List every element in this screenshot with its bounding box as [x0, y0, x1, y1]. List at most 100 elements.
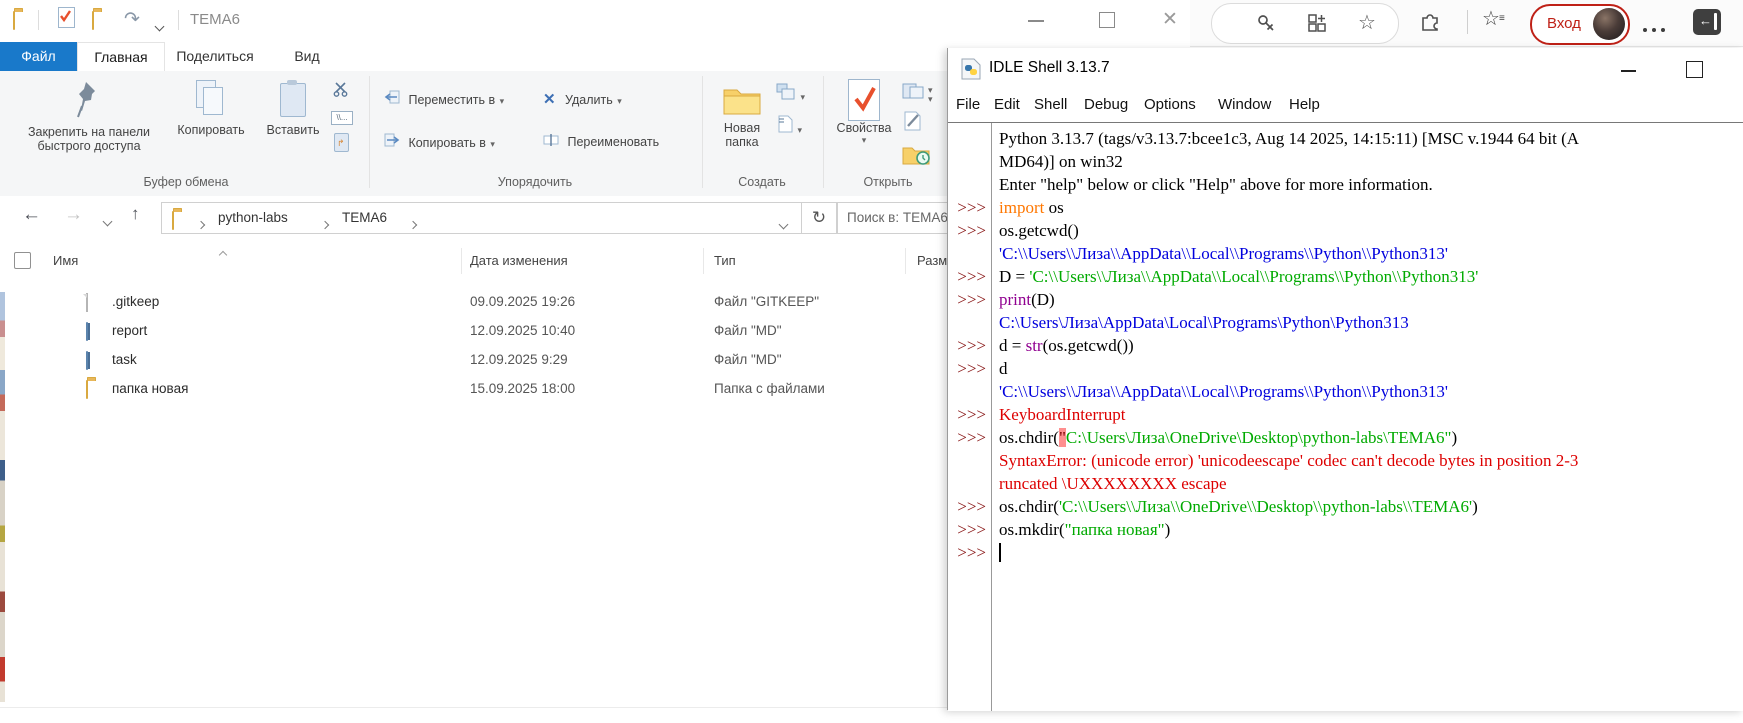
file-date: 15.09.2025 18:00: [470, 381, 575, 396]
file-row[interactable]: task12.09.2025 9:29Файл "MD": [0, 346, 947, 375]
copy-button[interactable]: Копировать: [170, 76, 252, 188]
file-name: папка новая: [112, 381, 188, 396]
new-item-icon: [778, 120, 793, 137]
tab-share[interactable]: Поделиться: [173, 42, 257, 71]
tab-file[interactable]: Файл: [0, 42, 77, 71]
maximize-button[interactable]: [1099, 12, 1115, 28]
new-folder-button[interactable]: Новая папка: [710, 76, 774, 188]
pin-quick-access-button[interactable]: Закрепить на панели быстрого доступа: [14, 76, 164, 188]
select-all-checkbox[interactable]: [14, 252, 31, 269]
breadcrumb-chevron-icon[interactable]: [198, 215, 204, 233]
divider: [178, 10, 179, 30]
idle-minimize-button[interactable]: [1621, 70, 1636, 72]
refresh-button[interactable]: ↻: [801, 202, 837, 234]
toolbar-divider: [1467, 10, 1468, 34]
file-row[interactable]: .gitkeep09.09.2025 19:26Файл "GITKEEP": [0, 288, 947, 317]
address-dropdown-chevron-icon[interactable]: [780, 215, 787, 233]
breadcrumb-chevron-icon[interactable]: [322, 215, 328, 233]
tab-view[interactable]: Вид: [279, 42, 335, 71]
menu-debug[interactable]: Debug: [1084, 96, 1128, 113]
ribbon-tabs: Файл Главная Поделиться Вид: [0, 42, 947, 71]
back-button[interactable]: ←: [22, 204, 41, 226]
paste-button[interactable]: Вставить: [258, 76, 328, 188]
file-name: report: [112, 323, 147, 338]
ribbon-divider: [369, 76, 370, 188]
breadcrumb-tema6[interactable]: TEMA6: [342, 210, 387, 225]
file-type: Папка с файлами: [714, 381, 825, 396]
folder-icon: [86, 380, 88, 399]
signin-button[interactable]: Вход: [1530, 4, 1630, 45]
file-icon: [86, 293, 88, 312]
shell-text-area[interactable]: >>>>>>>>>>>>>>>>>>>>>>>>>>>>>>>>> Python…: [948, 122, 1743, 711]
more-dots-icon[interactable]: [1640, 19, 1667, 37]
properties-button[interactable]: Свойства ▾: [834, 76, 894, 188]
easy-access-icon: [776, 87, 796, 104]
edit-button[interactable]: [904, 111, 922, 136]
folder-history-icon[interactable]: [902, 143, 930, 170]
ribbon: Закрепить на панели быстрого доступа Коп…: [0, 71, 947, 197]
column-header-name[interactable]: Имя: [53, 253, 78, 268]
shell-prompt: >>>: [948, 334, 986, 357]
new-folder-quick-icon[interactable]: [92, 12, 94, 30]
prompt-sidebar-divider: [991, 123, 992, 711]
group-label-new: Создать: [738, 175, 786, 189]
shell-prompt: >>>: [948, 357, 986, 380]
sidebar-toggle-icon[interactable]: ←: [1693, 9, 1721, 35]
menu-options[interactable]: Options: [1144, 96, 1196, 113]
new-item-button[interactable]: ▾: [778, 115, 802, 138]
file-row[interactable]: папка новая 15.09.2025 18:00 Папка с файла…: [0, 375, 947, 404]
menu-help[interactable]: Help: [1289, 96, 1320, 113]
file-row[interactable]: report12.09.2025 10:40Файл "MD": [0, 317, 947, 346]
dropdown-arrow-icon: ▾: [928, 94, 933, 105]
delete-x-icon: ✕: [543, 91, 556, 108]
copy-path-button[interactable]: \\...: [331, 111, 353, 125]
rename-button[interactable]: Переименовать: [543, 133, 659, 151]
easy-access-button[interactable]: ▾: [776, 83, 805, 105]
properties-check-icon[interactable]: [58, 7, 75, 28]
copy-to-button[interactable]: Копировать в ▾: [384, 133, 495, 152]
cut-button[interactable]: [333, 81, 349, 102]
shell-line: d = str(os.getcwd()): [999, 334, 1134, 357]
shell-line: os.getcwd(): [999, 219, 1079, 242]
menu-shell[interactable]: Shell: [1034, 96, 1067, 113]
search-input[interactable]: Поиск в: ТЕМА6: [847, 210, 948, 225]
tab-home[interactable]: Главная: [77, 42, 165, 72]
move-to-button[interactable]: Переместить в ▾: [384, 90, 504, 109]
favorites-star-icon[interactable]: ☆: [1358, 10, 1376, 35]
collections-add-icon[interactable]: [1307, 13, 1327, 38]
column-divider[interactable]: [905, 248, 906, 274]
undo-icon[interactable]: ↷: [124, 8, 140, 31]
profile-avatar[interactable]: [1593, 8, 1625, 40]
address-bar[interactable]: python-labs TEMA6: [161, 202, 803, 234]
column-header-type[interactable]: Тип: [714, 253, 736, 268]
history-button[interactable]: ▾: [902, 83, 924, 104]
collections-star-list-icon[interactable]: ☆≡: [1482, 6, 1500, 31]
explorer-titlebar[interactable]: ↷ TEMA6 ✕: [0, 0, 1190, 42]
menu-window[interactable]: Window: [1218, 96, 1271, 113]
breadcrumb-chevron-icon[interactable]: [410, 215, 416, 233]
extensions-puzzle-icon[interactable]: [1419, 10, 1441, 37]
delete-button[interactable]: ✕ Удалить ▾: [543, 90, 622, 109]
key-icon[interactable]: [1256, 13, 1276, 38]
column-header-date[interactable]: Дата изменения: [470, 253, 568, 268]
customize-quick-access-chevron-icon[interactable]: [156, 17, 163, 35]
column-divider[interactable]: [461, 248, 462, 274]
breadcrumb-python-labs[interactable]: python-labs: [218, 210, 288, 225]
pin-icon: [76, 107, 102, 124]
shell-prompt: >>>: [948, 495, 986, 518]
forward-button[interactable]: →: [64, 204, 83, 226]
idle-maximize-button[interactable]: [1686, 61, 1703, 78]
menu-file[interactable]: File: [956, 96, 980, 113]
shell-prompt: >>>: [948, 426, 986, 449]
paste-shortcut-button[interactable]: ↱: [334, 133, 349, 152]
recent-locations-chevron-icon[interactable]: [104, 212, 111, 230]
shell-line: d: [999, 357, 1008, 380]
minimize-button[interactable]: [1028, 20, 1044, 22]
menu-edit[interactable]: Edit: [994, 96, 1020, 113]
up-button[interactable]: ↑: [131, 204, 140, 224]
idle-titlebar[interactable]: IDLE Shell 3.13.7: [948, 48, 1743, 90]
history-icon: [902, 86, 924, 103]
dropdown-arrow-icon: ▾: [490, 139, 495, 149]
column-divider[interactable]: [703, 248, 704, 274]
close-button[interactable]: ✕: [1162, 8, 1178, 31]
